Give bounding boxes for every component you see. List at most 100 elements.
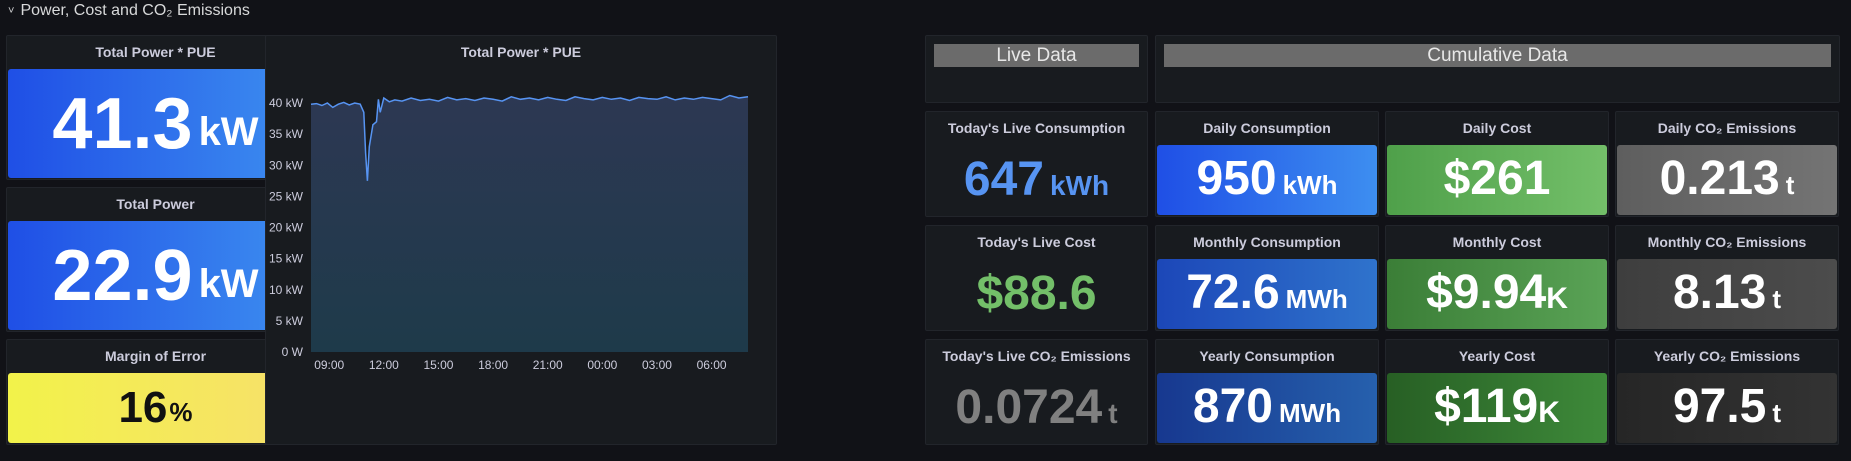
series-area xyxy=(311,95,748,352)
stat-panel-total-power-pue[interactable]: Total Power * PUE 41.3 kW xyxy=(6,35,305,180)
stat-value: 22.9 xyxy=(52,235,193,316)
stat-panel-monthly-co2[interactable]: Monthly CO₂ Emissions 8.13 t xyxy=(1615,225,1839,331)
y-tick-label: 25 kW xyxy=(269,189,304,203)
panel-title: Monthly Consumption xyxy=(1193,234,1341,250)
stat-unit: MWh xyxy=(1285,284,1348,314)
stat-value-box: 8.13 t xyxy=(1617,259,1837,329)
panel-title: Daily Consumption xyxy=(1203,120,1331,136)
panel-title: Yearly Consumption xyxy=(1199,348,1335,364)
y-tick-label: 30 kW xyxy=(269,158,304,172)
stat-value: 41.3 xyxy=(52,83,193,164)
x-tick-label: 15:00 xyxy=(423,358,453,372)
x-tick-label: 03:00 xyxy=(642,358,672,372)
stat-unit: t xyxy=(1772,284,1782,314)
cumulative-data-header: Cumulative Data xyxy=(1164,44,1831,67)
stat-value: 16 xyxy=(118,383,168,432)
stat-value-box: $261 xyxy=(1387,145,1607,215)
stat-panel-margin-of-error[interactable]: Margin of Error 16 % xyxy=(6,339,305,445)
stat-value: $119 xyxy=(1434,380,1539,433)
panel-title: Margin of Error xyxy=(104,348,207,364)
x-tick-label: 09:00 xyxy=(314,358,344,372)
stat-unit: kW xyxy=(198,110,259,154)
stat-value: 0.0724 xyxy=(955,381,1103,434)
y-tick-label: 15 kW xyxy=(269,252,304,266)
stat-value: 0.213 xyxy=(1659,152,1780,205)
stat-unit: kWh xyxy=(1282,170,1338,200)
y-tick-label: 40 kW xyxy=(269,96,304,110)
stat-value: 647 xyxy=(963,153,1044,206)
stat-panel-monthly-consumption[interactable]: Monthly Consumption 72.6 MWh xyxy=(1155,225,1379,331)
stat-value: 8.13 xyxy=(1672,266,1767,319)
stat-value: $261 xyxy=(1443,152,1551,205)
stat-value-line: 647 kWh xyxy=(926,152,1147,207)
panel-title: Total Power * PUE xyxy=(95,44,216,60)
y-tick-label: 5 kW xyxy=(276,314,304,328)
y-tick-label: 0 W xyxy=(282,345,304,359)
stat-value-box: $119 K xyxy=(1387,373,1607,443)
panel-title: Yearly CO₂ Emissions xyxy=(1653,348,1801,364)
stat-panel-monthly-cost[interactable]: Monthly Cost $9.94 K xyxy=(1385,225,1609,331)
row-header[interactable]: ˅ Power, Cost and CO₂ Emissions xyxy=(8,0,250,22)
stat-unit: kWh xyxy=(1049,170,1110,201)
x-tick-label: 12:00 xyxy=(369,358,399,372)
stat-panel-daily-cost[interactable]: Daily Cost $261 xyxy=(1385,111,1609,217)
panel-title: Monthly CO₂ Emissions xyxy=(1647,234,1807,250)
stat-value: $9.94 xyxy=(1426,266,1547,319)
stat-value-box: $9.94 K xyxy=(1387,259,1607,329)
stat-panel-live-co2[interactable]: Today's Live CO₂ Emissions 0.0724 t xyxy=(925,339,1148,445)
stat-value-box: 870 MWh xyxy=(1157,373,1377,443)
stat-value-line: $88.6 xyxy=(926,266,1147,321)
stat-value-box: 97.5 t xyxy=(1617,373,1837,443)
stat-value: 870 xyxy=(1192,380,1273,433)
panel-title: Daily CO₂ Emissions xyxy=(1657,120,1797,136)
stat-value-box: 0.213 t xyxy=(1617,145,1837,215)
stat-value-box: 22.9 kW xyxy=(8,221,303,330)
panel-title: Daily Cost xyxy=(1462,120,1532,136)
stat-panel-daily-consumption[interactable]: Daily Consumption 950 kWh xyxy=(1155,111,1379,217)
stat-unit: MWh xyxy=(1279,398,1342,428)
stat-unit: t xyxy=(1772,398,1782,428)
stat-unit: kW xyxy=(198,262,259,306)
y-tick-label: 35 kW xyxy=(269,127,304,141)
stat-value-box: 950 kWh xyxy=(1157,145,1377,215)
stat-panel-live-cost[interactable]: Today's Live Cost $88.6 xyxy=(925,225,1148,331)
stat-panel-yearly-consumption[interactable]: Yearly Consumption 870 MWh xyxy=(1155,339,1379,445)
live-data-header-panel: Live Data xyxy=(925,35,1148,103)
stat-unit: % xyxy=(169,396,193,427)
x-tick-label: 06:00 xyxy=(697,358,727,372)
power-timeseries-chart[interactable]: 40 kW 35 kW 30 kW 25 kW 20 kW 15 kW 10 kW 5 kW 0… xyxy=(266,36,778,446)
panel-title: Today's Live Cost xyxy=(977,234,1096,250)
stat-unit: K xyxy=(1538,396,1560,429)
stat-value-box: 16 % xyxy=(8,373,303,443)
x-tick-label: 18:00 xyxy=(478,358,508,372)
stat-value-line: 0.0724 t xyxy=(926,380,1147,435)
chart-panel[interactable]: Total Power * PUE 40 kW 35 kW 30 kW 25 kW 20… xyxy=(265,35,777,445)
panel-title: Today's Live CO₂ Emissions xyxy=(942,348,1131,364)
cumulative-data-header-panel: Cumulative Data xyxy=(1155,35,1840,103)
stat-panel-daily-co2[interactable]: Daily CO₂ Emissions 0.213 t xyxy=(1615,111,1839,217)
stat-value-box: 72.6 MWh xyxy=(1157,259,1377,329)
x-tick-label: 00:00 xyxy=(587,358,617,372)
row-title: Power, Cost and CO₂ Emissions xyxy=(20,2,250,19)
stat-value: $88.6 xyxy=(976,267,1097,320)
x-tick-label: 21:00 xyxy=(533,358,563,372)
panel-title: Today's Live Consumption xyxy=(947,120,1126,136)
chevron-down-icon[interactable]: ˅ xyxy=(8,5,14,17)
stat-unit: t xyxy=(1785,170,1795,200)
panel-title: Yearly Cost xyxy=(1458,348,1536,364)
stat-value: 72.6 xyxy=(1186,266,1280,319)
live-data-header: Live Data xyxy=(934,44,1139,67)
stat-panel-total-power[interactable]: Total Power 22.9 kW xyxy=(6,187,305,332)
stat-unit: K xyxy=(1546,282,1568,315)
panel-title: Monthly Cost xyxy=(1452,234,1542,250)
stat-value: 97.5 xyxy=(1672,380,1767,433)
y-tick-label: 20 kW xyxy=(269,221,304,235)
panel-title: Total Power xyxy=(116,196,195,212)
y-tick-label: 10 kW xyxy=(269,283,304,297)
stat-value-box: 41.3 kW xyxy=(8,69,303,178)
stat-unit: t xyxy=(1108,398,1118,429)
stat-panel-yearly-cost[interactable]: Yearly Cost $119 K xyxy=(1385,339,1609,445)
stat-value: 950 xyxy=(1196,152,1277,205)
stat-panel-yearly-co2[interactable]: Yearly CO₂ Emissions 97.5 t xyxy=(1615,339,1839,445)
stat-panel-live-consumption[interactable]: Today's Live Consumption 647 kWh xyxy=(925,111,1148,217)
